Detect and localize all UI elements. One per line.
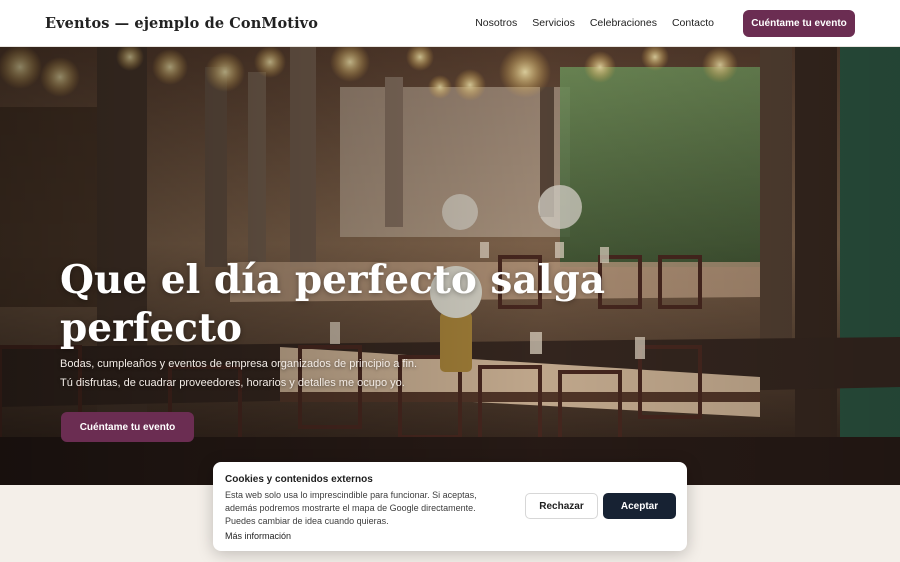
hero-title: Que el día perfecto salga perfecto <box>60 257 606 351</box>
site-brand[interactable]: Eventos — ejemplo de ConMotivo <box>45 15 318 32</box>
cookie-more-info-link[interactable]: Más información <box>225 531 675 541</box>
nav-link-servicios[interactable]: Servicios <box>532 17 575 29</box>
cookie-accept-button[interactable]: Aceptar <box>603 493 676 519</box>
hero-subtitle: Bodas, cumpleaños y eventos de empresa o… <box>60 355 620 393</box>
cookie-reject-button[interactable]: Rechazar <box>525 493 598 519</box>
nav-link-contacto[interactable]: Contacto <box>672 17 714 29</box>
cookie-banner-text: Esta web solo usa lo imprescindible para… <box>225 490 477 526</box>
hero-cta-button[interactable]: Cuéntame tu evento <box>61 412 194 442</box>
nav-link-celebraciones[interactable]: Celebraciones <box>590 17 657 29</box>
header-cta-button[interactable]: Cuéntame tu evento <box>743 9 855 37</box>
nav-link-nosotros[interactable]: Nosotros <box>475 17 517 29</box>
hero-subtitle-line-1: Bodas, cumpleaños y eventos de empresa o… <box>60 358 418 370</box>
cookie-banner: Cookies y contenidos externos Esta web s… <box>213 462 687 551</box>
main-nav: Nosotros Servicios Celebraciones Contact… <box>460 9 855 37</box>
hero-section: Que el día perfecto salga perfecto Bodas… <box>0 47 900 485</box>
hero-subtitle-line-2: Tú disfrutas, de cuadrar proveedores, ho… <box>60 377 405 389</box>
site-header: Eventos — ejemplo de ConMotivo Nosotros … <box>0 0 900 47</box>
cookie-banner-title: Cookies y contenidos externos <box>225 474 373 485</box>
